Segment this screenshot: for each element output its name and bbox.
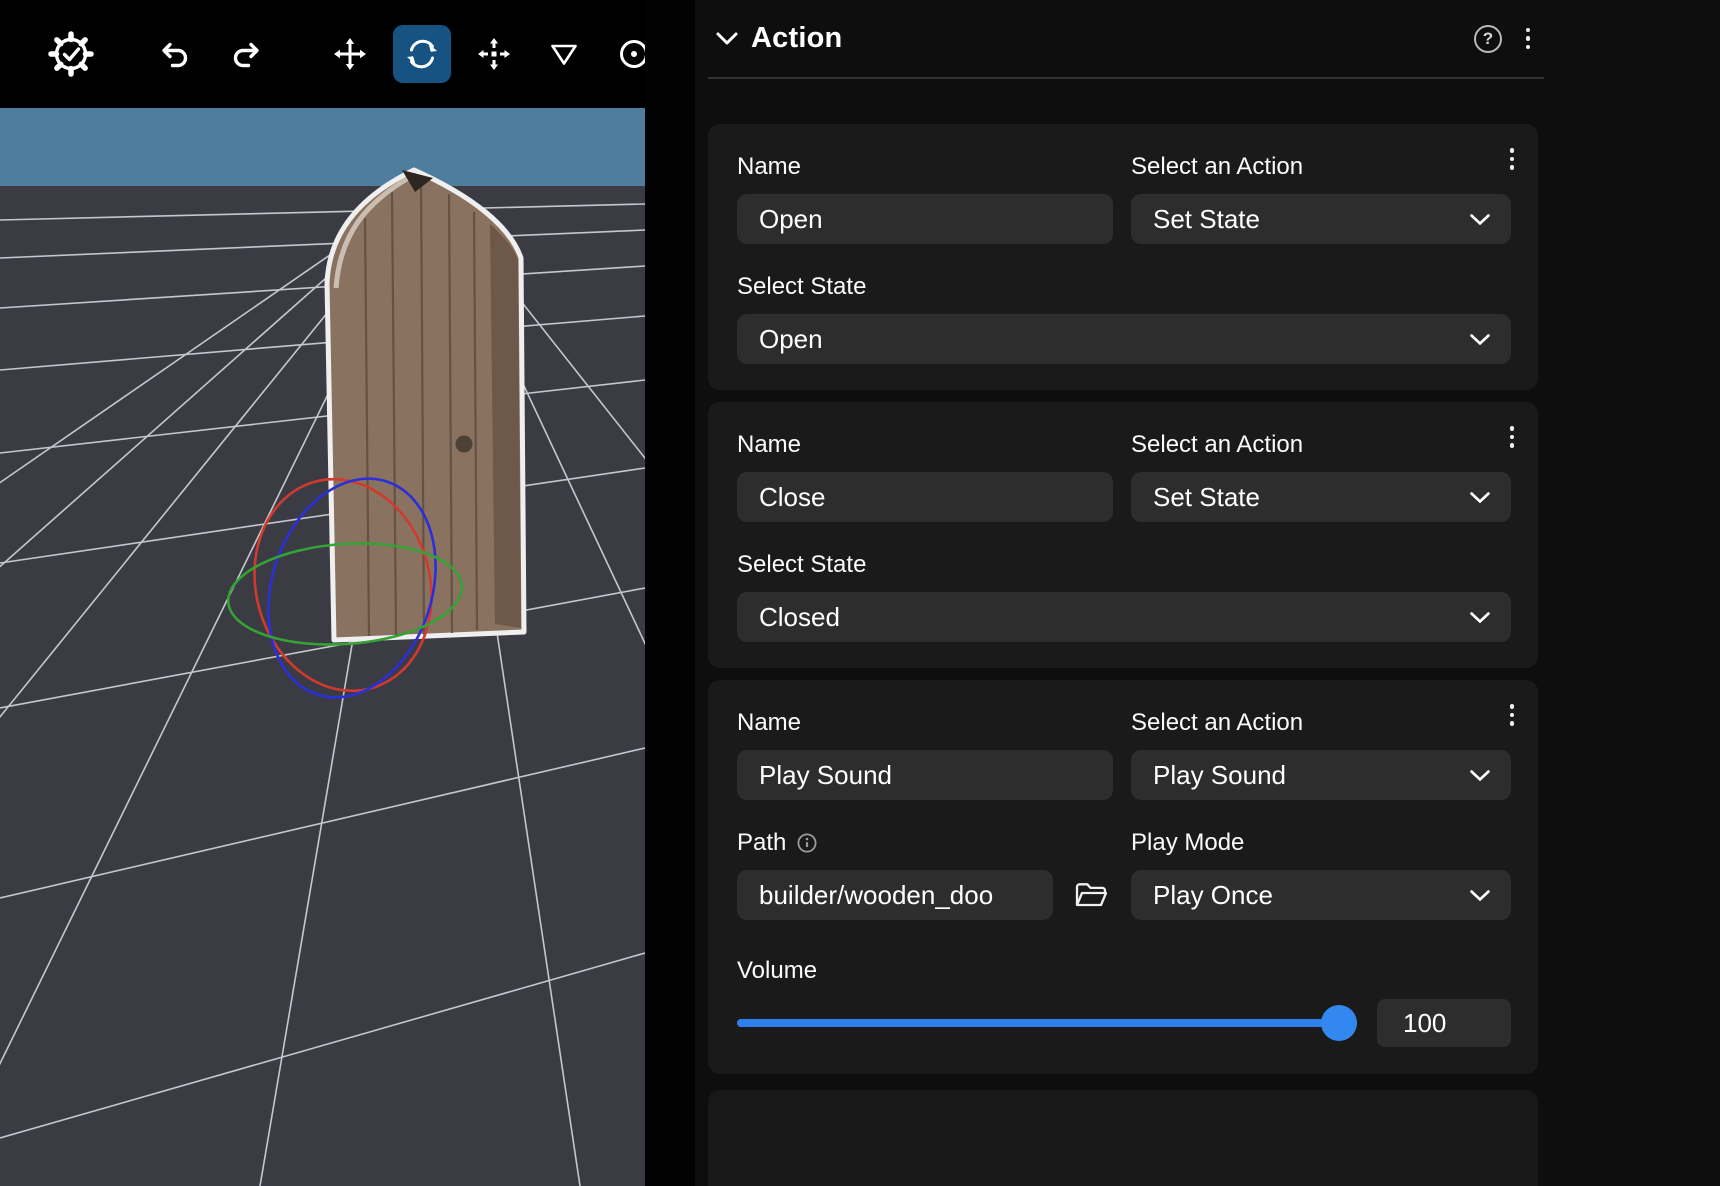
action-type-select[interactable]: Set State	[1131, 194, 1511, 244]
card-menu-icon[interactable]	[1502, 422, 1522, 452]
wooden-door-object[interactable]	[327, 170, 524, 640]
action-name-input[interactable]	[737, 194, 1113, 244]
path-label: Path	[737, 830, 786, 856]
clipped-tool-icon	[612, 36, 645, 72]
undo-button[interactable]	[146, 25, 204, 83]
browse-folder-button[interactable]	[1069, 870, 1113, 920]
redo-arrow-icon	[229, 37, 263, 71]
folder-icon	[1073, 879, 1109, 911]
chevron-down-icon	[1469, 213, 1491, 226]
app: Action ? Name Select an Action Set State	[0, 0, 1720, 1186]
action-type-select[interactable]: Set State	[1131, 472, 1511, 522]
viewport-toolbar	[0, 0, 645, 108]
action-name-input[interactable]	[737, 472, 1113, 522]
action-label: Select an Action	[1131, 710, 1511, 736]
door-knob	[456, 436, 473, 453]
name-label: Name	[737, 432, 1113, 458]
sound-path-input[interactable]	[737, 870, 1053, 920]
chevron-down-icon	[1469, 889, 1491, 902]
action-type-select[interactable]: Play Sound	[1131, 750, 1511, 800]
volume-label: Volume	[737, 958, 1511, 984]
state-label: Select State	[737, 552, 1511, 578]
action-card-play-sound: Name Select an Action Play Sound Path	[708, 680, 1538, 1074]
action-card-open: Name Select an Action Set State Select S…	[708, 124, 1538, 390]
volume-slider-fill	[737, 1019, 1357, 1027]
action-label: Select an Action	[1131, 432, 1511, 458]
card-menu-icon[interactable]	[1502, 700, 1522, 730]
name-label: Name	[737, 154, 1113, 180]
scale-tool-icon	[476, 36, 512, 72]
panel-divider-gap	[645, 0, 695, 1186]
rotate-tool-icon	[404, 36, 440, 72]
collapse-chevron-icon[interactable]	[715, 31, 739, 47]
clipped-tool-button[interactable]	[601, 25, 645, 83]
scale-tool-button[interactable]	[465, 25, 523, 83]
triangle-down-icon	[547, 37, 581, 71]
next-card-partial	[708, 1090, 1538, 1186]
help-icon[interactable]: ?	[1474, 25, 1502, 53]
undo-arrow-icon	[158, 37, 192, 71]
action-panel: Action ? Name Select an Action Set State	[695, 0, 1720, 1186]
action-name-input[interactable]	[737, 750, 1113, 800]
panel-menu-icon[interactable]	[1518, 24, 1538, 54]
gear-badge-icon	[48, 31, 94, 77]
card-menu-icon[interactable]	[1502, 144, 1522, 174]
info-icon[interactable]	[796, 832, 818, 854]
redo-button[interactable]	[217, 25, 275, 83]
move-tool-button[interactable]	[321, 25, 379, 83]
move-tool-icon	[332, 36, 368, 72]
volume-value-box[interactable]: 100	[1377, 999, 1511, 1047]
action-card-close: Name Select an Action Set State Select S…	[708, 402, 1538, 668]
panel-header: Action ?	[708, 0, 1544, 79]
state-label: Select State	[737, 274, 1511, 300]
play-mode-label: Play Mode	[1131, 830, 1511, 856]
play-mode-select[interactable]: Play Once	[1131, 870, 1511, 920]
rotate-tool-button[interactable]	[393, 25, 451, 83]
state-select[interactable]: Closed	[737, 592, 1511, 642]
chevron-down-icon	[1469, 491, 1491, 504]
panel-title: Action	[751, 22, 842, 55]
chevron-down-icon	[1469, 769, 1491, 782]
state-select[interactable]: Open	[737, 314, 1511, 364]
chevron-down-icon	[1469, 611, 1491, 624]
viewport-scene[interactable]	[0, 108, 645, 1186]
name-label: Name	[737, 710, 1113, 736]
chevron-down-icon	[1469, 333, 1491, 346]
volume-slider[interactable]	[737, 998, 1357, 1048]
sky	[0, 108, 645, 186]
settings-button[interactable]	[42, 25, 100, 83]
selection-dropdown-button[interactable]	[535, 25, 593, 83]
action-label: Select an Action	[1131, 154, 1511, 180]
3d-viewport[interactable]	[0, 0, 645, 1186]
volume-slider-thumb[interactable]	[1321, 1005, 1357, 1041]
